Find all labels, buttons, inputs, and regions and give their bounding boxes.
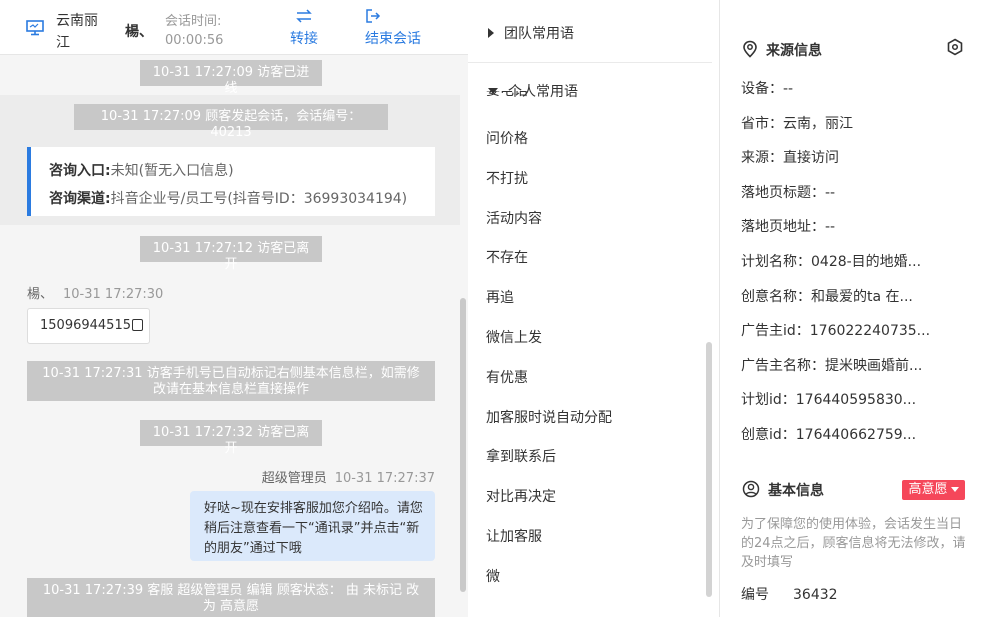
agent-message-meta: 楊、 10-31 17:27:30	[27, 283, 163, 302]
chat-scrollbar[interactable]	[460, 298, 466, 592]
phrase-item[interactable]: 问价格	[486, 127, 612, 167]
personal-phrases-toggle[interactable]: 个人常用语	[488, 81, 578, 101]
phrase-item[interactable]: 活动内容	[486, 207, 612, 247]
source-row-device: 设备：--	[741, 81, 794, 97]
source-row-plan-name: 计划名称：0428-目的地婚...	[741, 253, 922, 270]
consult-channel-value: 抖音企业号/员工号(抖音号ID：36993034194)	[110, 191, 408, 207]
location-pin-icon	[743, 40, 757, 58]
source-info-label: 来源信息	[766, 43, 822, 59]
desktop-icon	[26, 20, 44, 40]
user-icon	[742, 480, 760, 498]
phrase-item[interactable]: 不存在	[486, 246, 612, 286]
message-time: 10-31 17:27:30	[63, 287, 164, 302]
caret-down-icon	[488, 88, 498, 94]
basic-info-note: 为了保障您的使用体验，会话发生当日的24点之后，顾客信息将无法修改，请及时填写	[741, 517, 966, 570]
source-row-city: 省市：云南，丽江	[741, 115, 853, 132]
personal-phrases-label: 个人常用语	[508, 84, 578, 100]
message-text: 15096944515	[40, 318, 131, 333]
sender-name: 楊、	[27, 287, 54, 302]
admin-message-meta: 超级管理员 10-31 17:27:37	[262, 467, 435, 486]
message-time: 10-31 17:27:37	[334, 471, 435, 486]
source-row-creative-id: 创意id：176440662759...	[741, 426, 917, 443]
phrase-item[interactable]: 让加客服	[486, 525, 612, 565]
phrase-item[interactable]: 微	[486, 565, 612, 605]
source-row-plan-id: 计划id：176440595830...	[741, 392, 917, 409]
phrase-item[interactable]: 微信上发	[486, 326, 612, 366]
end-session-button[interactable]: 结束会话	[365, 8, 421, 48]
system-message: 10-31 17:27:09 访客已进线	[140, 60, 322, 96]
system-message: 10-31 17:27:32 访客已离开	[140, 420, 322, 456]
phrase-item[interactable]: 再追	[486, 286, 612, 326]
transfer-button[interactable]: 转接	[290, 8, 318, 48]
consult-entry-label: 咨询入口:	[49, 163, 111, 179]
sender-name: 超级管理员	[261, 471, 327, 486]
phrases-scrollbar[interactable]	[706, 342, 712, 597]
agent-name: 楊、	[125, 24, 153, 40]
phrase-item[interactable]: 不打扰	[486, 167, 612, 207]
system-message: 10-31 17:27:31 访客手机号已自动标记右侧基本信息栏，如需修改请在基…	[27, 361, 435, 401]
system-message: 10-31 17:27:39 客服 超级管理员 编辑 顾客状态： 由 未标记 改…	[27, 578, 435, 617]
session-time-value: 00:00:56	[165, 33, 224, 48]
system-message: 10-31 17:27:12 访客已离开	[140, 236, 322, 272]
basic-info-label: 基本信息	[768, 483, 824, 499]
basic-info-title: 基本信息	[742, 480, 824, 500]
phrase-item[interactable]: 加客服时说自动分配	[486, 406, 612, 446]
session-time-label: 会话时间:	[165, 14, 222, 29]
chat-panel: 云南丽江 楊、 会话时间: 00:00:56 转接 结束会话 10-31 17:…	[0, 0, 468, 617]
source-row-advertiser-id: 广告主id：176022240735...	[741, 323, 931, 340]
settings-hex-icon[interactable]	[946, 38, 964, 60]
source-info-list: 设备：-- 省市：云南，丽江 来源：直接访问 落地页标题：-- 落地页地址：--…	[741, 77, 930, 458]
phrase-list: 问价格 不打扰 活动内容 不存在 再追 微信上发 有优惠 加客服时说自动分配 拿…	[486, 127, 612, 605]
transfer-label: 转接	[290, 31, 318, 47]
source-row-landing-url: 落地页地址：--	[741, 219, 836, 236]
caret-down-icon	[950, 487, 959, 492]
visitor-name: 云南丽江	[56, 13, 98, 51]
end-session-label: 结束会话	[365, 31, 421, 47]
caret-right-icon	[488, 28, 494, 38]
copy-icon[interactable]	[131, 319, 143, 331]
agent-message-bubble[interactable]: 15096944515	[27, 308, 150, 344]
code-value: 36432	[793, 587, 838, 603]
intent-status-dropdown[interactable]: 高意愿	[902, 480, 965, 500]
team-phrases-toggle[interactable]: 团队常用语	[488, 23, 574, 43]
source-row-landing-title: 落地页标题：--	[741, 184, 836, 201]
chat-header: 云南丽江 楊、 会话时间: 00:00:56 转接 结束会话	[0, 0, 468, 55]
divider	[468, 62, 712, 63]
source-row-creative-name: 创意名称：和最爱的ta 在...	[741, 288, 913, 305]
phrase-item[interactable]: 有优惠	[486, 366, 612, 406]
exit-icon	[365, 8, 421, 28]
consult-entry-value: 未知(暂无入口信息)	[110, 163, 234, 179]
source-row-origin: 来源：直接访问	[741, 150, 839, 167]
intent-status-label: 高意愿	[908, 482, 948, 497]
transfer-icon	[290, 8, 318, 28]
admin-message-bubble[interactable]: 好哒~现在安排客服加您介绍哈。请您稍后注意查看一下“通讯录”并点击“新的朋友”通…	[190, 491, 435, 561]
consult-channel-label: 咨询渠道:	[49, 191, 111, 207]
customer-service-workspace: 云南丽江 楊、 会话时间: 00:00:56 转接 结束会话 10-31 17:…	[0, 0, 985, 617]
source-row-advertiser-name: 广告主名称：提米映画婚前...	[741, 357, 923, 374]
code-label: 编号	[741, 587, 769, 603]
phrase-item[interactable]: 拿到联系后	[486, 445, 612, 485]
customer-code-row: 编号 36432	[741, 584, 838, 604]
phrase-item[interactable]: 对比再决定	[486, 485, 612, 525]
customer-info-panel: 来源信息 设备：-- 省市：云南，丽江 来源：直接访问 落地页标题：-- 落地页…	[720, 0, 985, 617]
consult-info-card: 咨询入口:未知(暂无入口信息) 咨询渠道:抖音企业号/员工号(抖音号ID：369…	[27, 147, 435, 216]
common-phrases-panel: 团队常用语 要电话 个人常用语 问价格 不打扰 活动内容 不存在 再追 微信上发…	[468, 0, 720, 617]
source-info-title: 来源信息	[742, 40, 822, 60]
system-message: 10-31 17:27:09 顾客发起会话，会话编号：40213	[74, 104, 388, 140]
team-phrases-label: 团队常用语	[504, 26, 574, 42]
